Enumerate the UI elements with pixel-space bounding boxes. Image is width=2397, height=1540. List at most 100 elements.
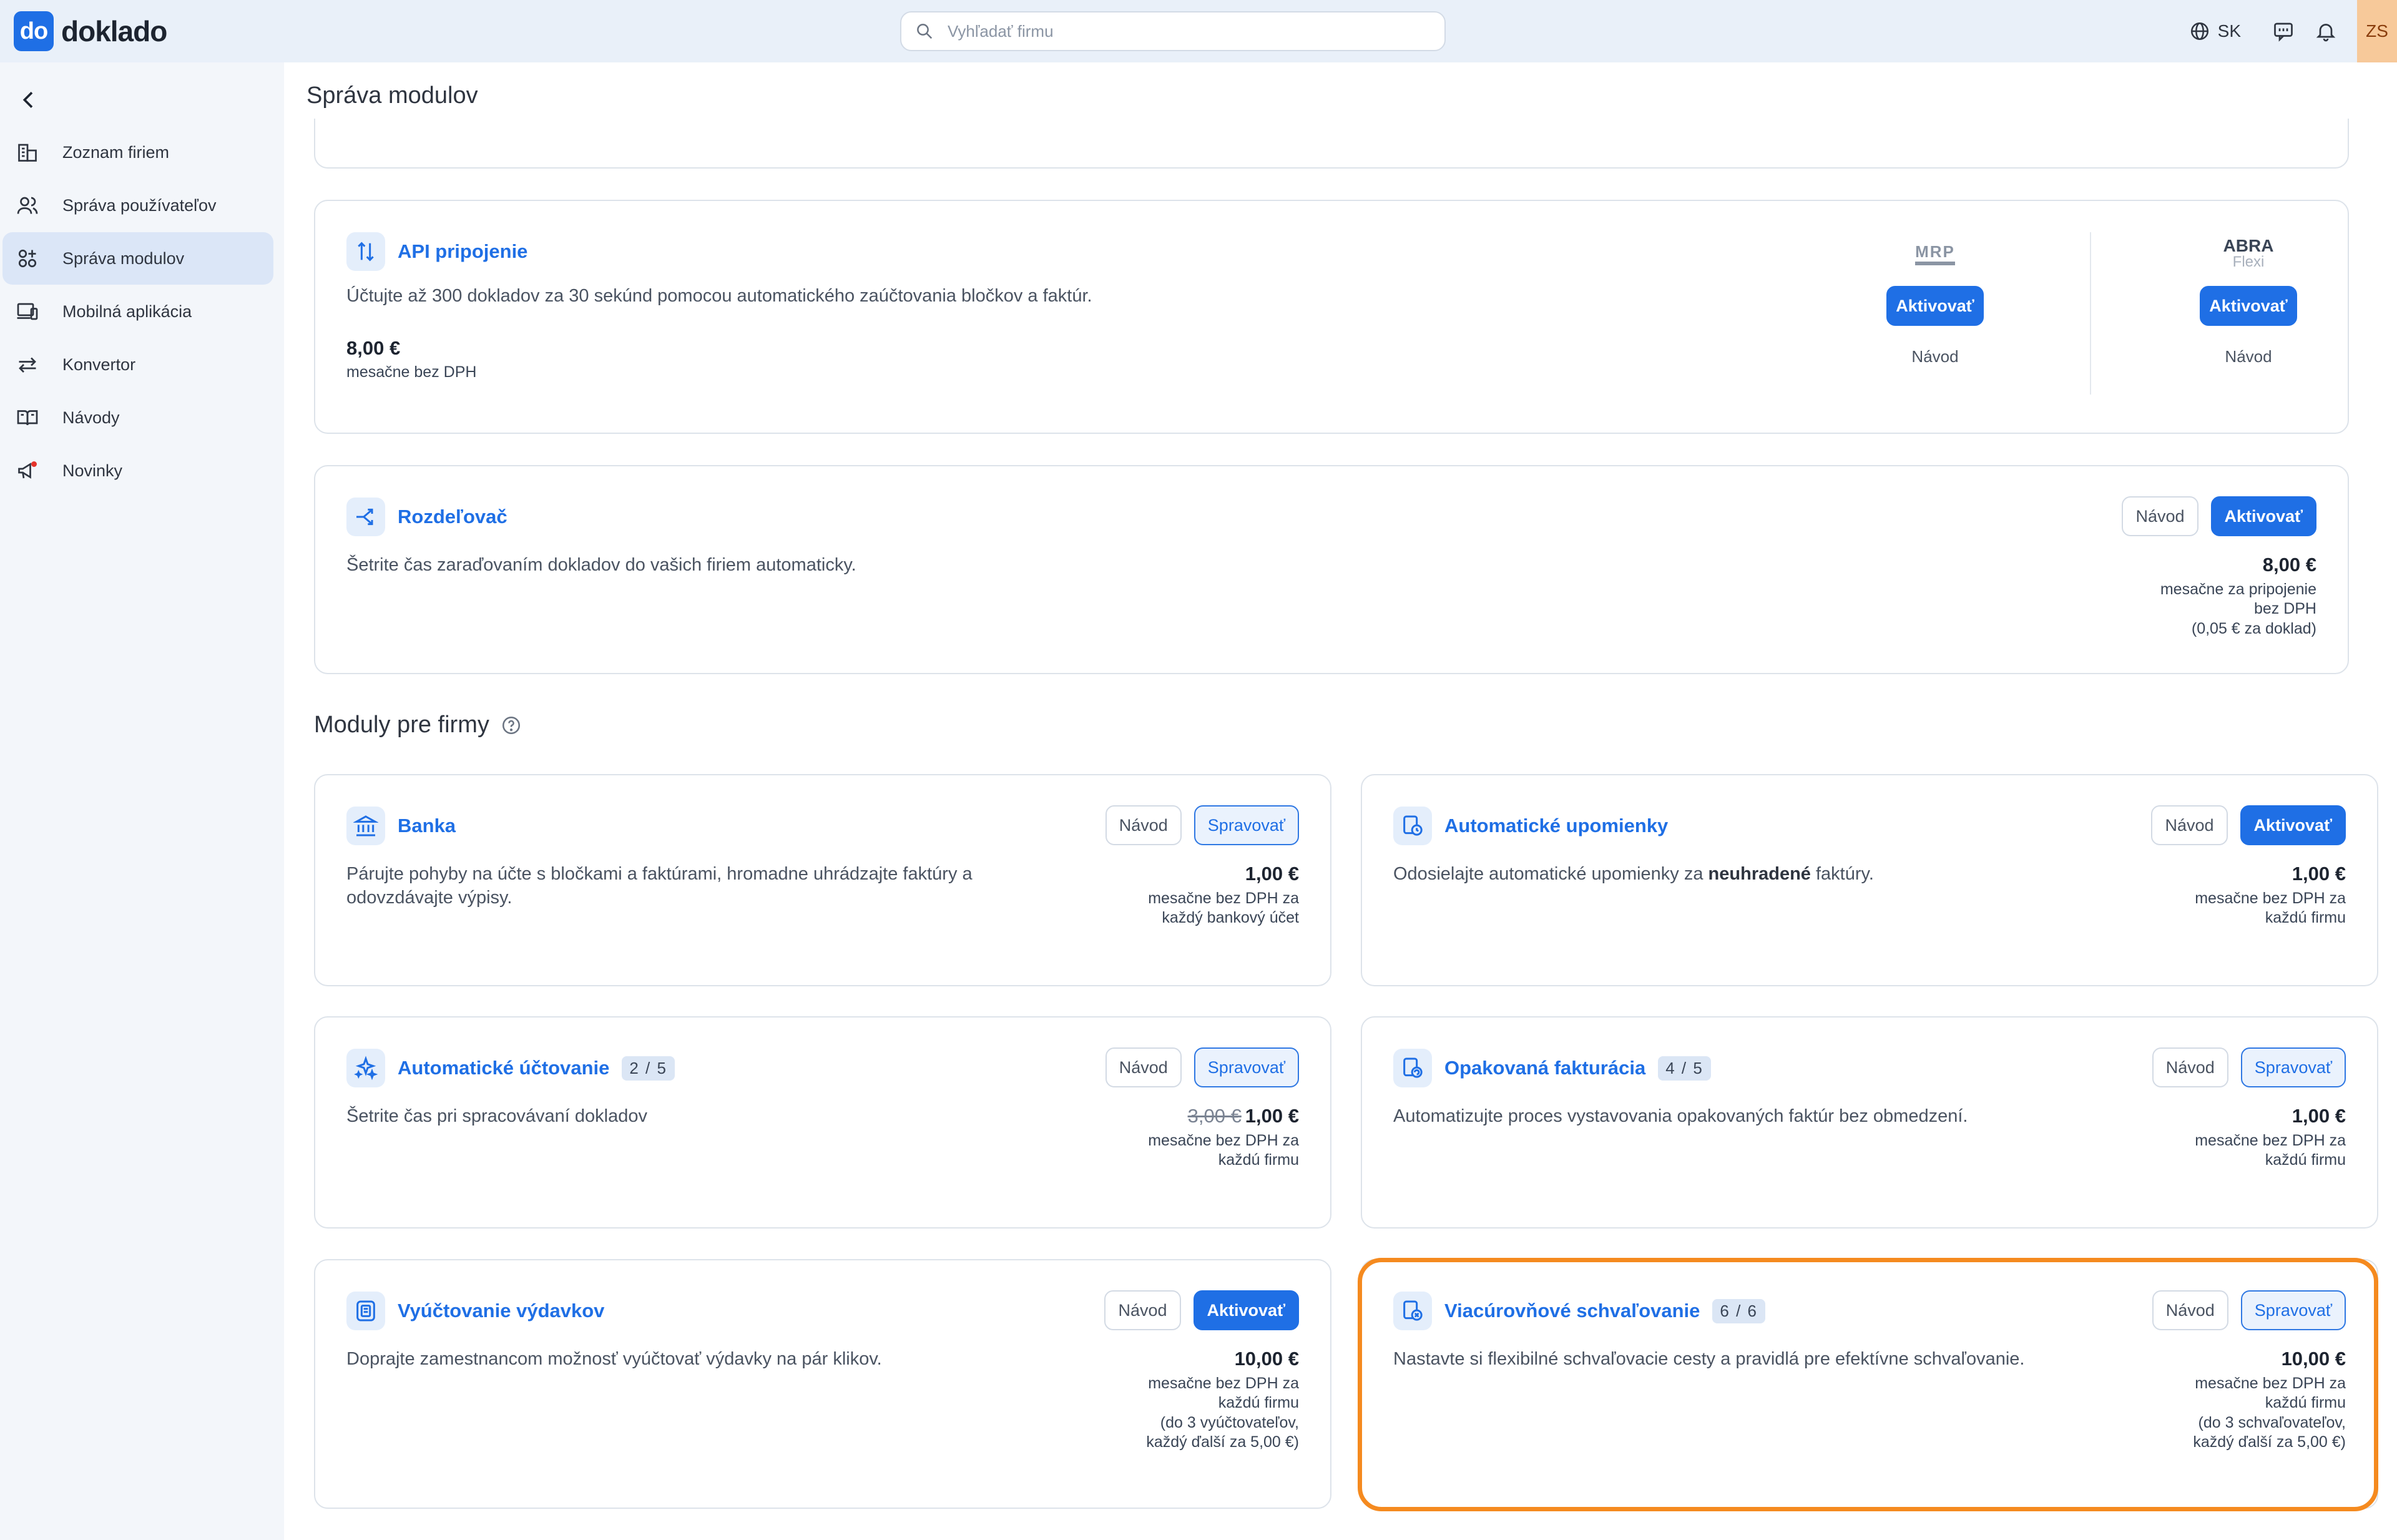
guide-button[interactable]: Návod <box>1105 805 1182 845</box>
module-card-partial <box>314 119 2349 169</box>
module-actions: Návod Aktivovať <box>2139 805 2346 845</box>
page-title: Správa modulov <box>306 82 478 109</box>
module-description: Účtujte až 300 dokladov za 30 sekúnd pom… <box>346 286 1092 306</box>
back-arrow-icon[interactable] <box>16 87 41 112</box>
manage-button[interactable]: Spravovať <box>2240 1290 2346 1330</box>
help-circle-icon[interactable] <box>501 715 522 736</box>
manage-button[interactable]: Spravovať <box>2240 1047 2346 1087</box>
module-header: Opakovaná fakturácia 4 / 5 <box>1393 1049 1711 1087</box>
module-title[interactable]: Banka <box>398 815 456 837</box>
convert-icon <box>19 357 36 373</box>
main-content: Správa modulov API pripojenie Účtujte až… <box>284 62 2397 1540</box>
module-title[interactable]: Viacúrovňové schvaľovanie <box>1444 1300 1700 1322</box>
manage-button[interactable]: Spravovať <box>1194 805 1299 845</box>
logo-text: doklado <box>61 15 167 47</box>
sidebar-item-users[interactable]: Správa používateľov <box>2 179 273 232</box>
price-note-line: každú firmu <box>1218 1394 1299 1412</box>
description-line: Párujte pohyby na účte s bločkami a fakt… <box>346 864 973 884</box>
price-note-line: (0,05 € za doklad) <box>2191 619 2316 637</box>
price-amount: 10,00 € <box>2281 1348 2346 1370</box>
module-title[interactable]: Vyúčtovanie výdavkov <box>398 1300 604 1322</box>
abra-guide-link[interactable]: Návod <box>2186 347 2311 366</box>
sidebar-item-companies[interactable]: Zoznam firiem <box>2 126 273 179</box>
guide-button[interactable]: Návod <box>1104 1290 1181 1330</box>
sidebar-item-modules[interactable]: Správa modulov <box>2 232 273 285</box>
module-header: Automatické upomienky <box>1393 807 1668 845</box>
module-header: Banka <box>346 807 456 845</box>
description-text: Odosielajte automatické upomienky za <box>1393 864 1708 884</box>
mrp-guide-link[interactable]: Návod <box>1873 347 1998 366</box>
module-description: Doprajte zamestnancom možnosť vyúčtovať … <box>346 1349 882 1369</box>
module-title[interactable]: Rozdeľovač <box>398 506 507 528</box>
module-title[interactable]: Automatické účtovanie <box>398 1057 609 1079</box>
module-header: Rozdeľovač <box>346 498 507 536</box>
module-description: Odosielajte automatické upomienky za neu… <box>1393 863 1874 886</box>
module-actions: Návod Spravovať <box>2140 1290 2346 1330</box>
module-actions: Návod Spravovať <box>1093 1047 1299 1087</box>
guide-button[interactable]: Návod <box>2122 496 2198 536</box>
sidebar-item-converter[interactable]: Konvertor <box>2 338 273 391</box>
language-switch[interactable]: SK <box>2189 21 2241 42</box>
price-amount: 1,00 € <box>2292 863 2346 885</box>
price-note-line: (do 3 schvaľovateľov, <box>2198 1413 2346 1431</box>
sidebar-item-label: Zoznam firiem <box>62 142 170 162</box>
recurring-doc-icon <box>1403 1057 1423 1078</box>
price-note-line: každý ďalší za 5,00 €) <box>1146 1433 1299 1451</box>
price-note-line: mesačne bez DPH za <box>1148 890 1299 907</box>
description-bold: neuhradené <box>1708 864 1811 884</box>
activate-button[interactable]: Aktivovať <box>2240 805 2346 845</box>
module-price: 8,00 € mesačne za pripojenie bez DPH (0,… <box>2160 554 2316 639</box>
module-card-splitter: Rozdeľovač Návod Aktivovať Šetrite čas z… <box>314 465 2349 674</box>
activate-button[interactable]: Aktivovať <box>1193 1290 1299 1330</box>
module-card-api: API pripojenie Účtujte až 300 dokladov z… <box>314 200 2349 434</box>
price-note: mesačne za pripojenie bez DPH (0,05 € za… <box>2160 580 2316 639</box>
chat-icon[interactable] <box>2272 20 2295 42</box>
manage-button[interactable]: Spravovať <box>1194 1047 1299 1087</box>
app-logo[interactable]: do doklado <box>14 11 167 51</box>
activate-button[interactable]: Aktivovať <box>2210 496 2316 536</box>
sidebar-item-label: Mobilná aplikácia <box>62 302 192 321</box>
price-note-line: mesačne bez DPH za <box>1148 1132 1299 1149</box>
section-title-text: Moduly pre firmy <box>314 712 489 738</box>
search-box[interactable] <box>900 11 1446 51</box>
price-amount: 8,00 € <box>2262 554 2316 576</box>
sidebar-item-guides[interactable]: Návody <box>2 391 273 444</box>
reminder-doc-icon <box>1403 815 1423 836</box>
guide-button[interactable]: Návod <box>2151 805 2228 845</box>
guide-button[interactable]: Návod <box>2152 1047 2228 1087</box>
module-description: Šetrite čas zaraďovaním dokladov do vaši… <box>346 555 856 575</box>
bell-icon[interactable] <box>2315 20 2337 42</box>
guide-button[interactable]: Návod <box>2152 1290 2228 1330</box>
mrp-activate-button[interactable]: Aktivovať <box>1886 286 1984 326</box>
price-note: mesačne bez DPH <box>346 363 477 381</box>
price-note-line: každú firmu <box>2265 1394 2346 1412</box>
bank-icon <box>353 815 378 836</box>
module-title[interactable]: Automatické upomienky <box>1444 815 1668 837</box>
module-price: 10,00 € mesačne bez DPH za každú firmu (… <box>2193 1348 2346 1452</box>
module-title[interactable]: Opakovaná fakturácia <box>1444 1057 1645 1079</box>
old-price: 3,00 € <box>1187 1105 1242 1127</box>
erp-mrp: MRP Aktivovať Návod <box>1873 235 1998 366</box>
abra-logo-sub: Flexi <box>2232 253 2265 270</box>
module-icon-box <box>346 498 385 536</box>
globe-icon <box>2190 22 2208 41</box>
price-note-line: mesačne bez DPH za <box>2195 1375 2346 1392</box>
users-icon <box>17 197 38 214</box>
price-note-line: každý bankový účet <box>1162 909 1299 927</box>
sidebar-item-news[interactable]: Novinky <box>2 444 273 497</box>
abra-activate-button[interactable]: Aktivovať <box>2200 286 2297 326</box>
module-icon-box <box>346 232 385 271</box>
module-price: 1,00 € mesačne bez DPH za každú firmu <box>2195 863 2346 928</box>
guide-button[interactable]: Návod <box>1105 1047 1182 1087</box>
sidebar-item-label: Konvertor <box>62 355 136 374</box>
module-icon-box <box>1393 1292 1432 1330</box>
price-note: mesačne bez DPH za každú firmu <box>2195 889 2346 928</box>
erp-divider <box>2090 232 2091 395</box>
sidebar-item-mobile-app[interactable]: Mobilná aplikácia <box>2 285 273 338</box>
module-card-accounting: Automatické účtovanie 2 / 5 Návod Spravo… <box>314 1016 1331 1229</box>
module-title[interactable]: API pripojenie <box>398 240 527 263</box>
user-avatar[interactable]: ZS <box>2357 0 2397 62</box>
search-input[interactable] <box>948 21 1422 41</box>
price-amount: 10,00 € <box>1234 1348 1299 1370</box>
sparkles-icon <box>354 1056 378 1081</box>
